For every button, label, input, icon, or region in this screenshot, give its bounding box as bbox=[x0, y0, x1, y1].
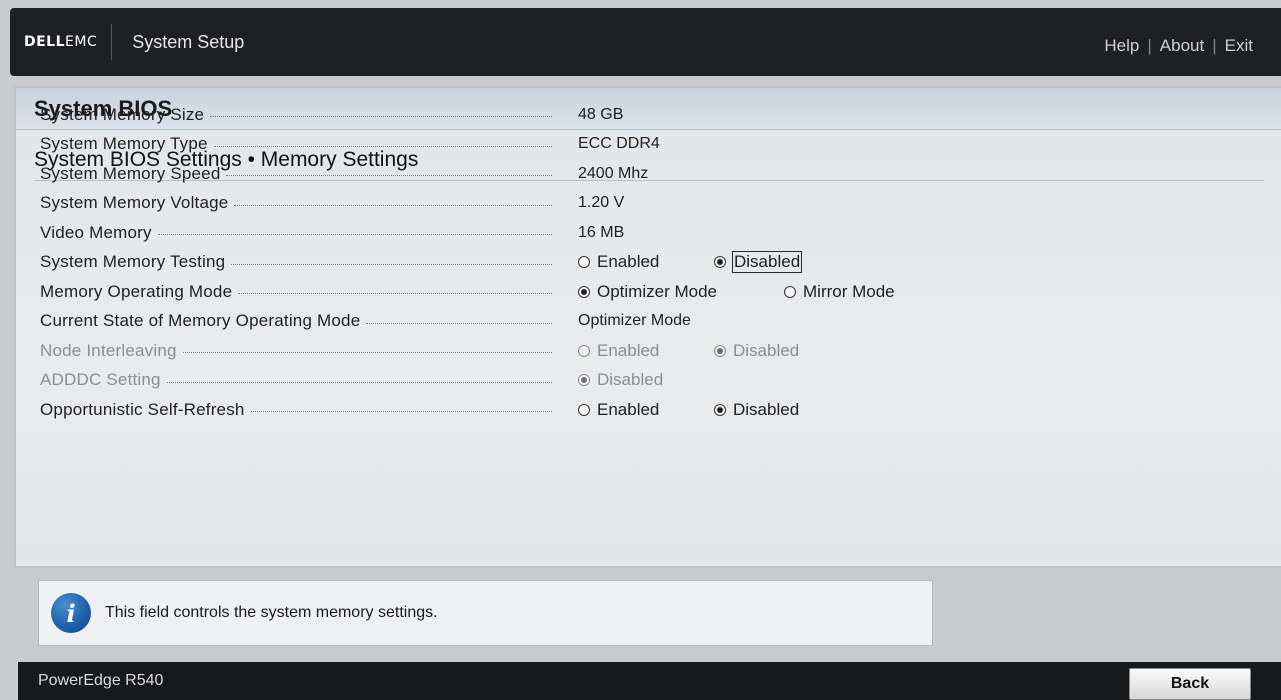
current-state-value: Optimizer Mode bbox=[578, 312, 691, 330]
setting-row-video-memory: Video Memory 16 MB bbox=[40, 218, 1260, 248]
setting-label: Memory Operating Mode bbox=[40, 281, 233, 301]
leader-dots bbox=[366, 322, 552, 324]
setting-row-adddc: ADDDC Setting Disabled bbox=[40, 366, 1260, 396]
operating-mode-options: Optimizer Mode Mirror Mode bbox=[578, 282, 895, 302]
leader-dots bbox=[238, 293, 552, 295]
self-refresh-disabled-radio[interactable]: Disabled bbox=[714, 400, 799, 420]
radio-unchecked-icon bbox=[578, 256, 590, 269]
setting-label: ADDDC Setting bbox=[40, 370, 161, 390]
link-separator: | bbox=[1147, 36, 1152, 55]
top-links: Help | About | Exit bbox=[1104, 36, 1253, 56]
leader-dots bbox=[234, 204, 552, 206]
radio-checked-icon bbox=[714, 256, 726, 269]
exit-link[interactable]: Exit bbox=[1225, 36, 1253, 56]
help-box: i This field controls the system memory … bbox=[38, 580, 933, 646]
setting-label: System Memory Type bbox=[40, 134, 208, 154]
adddc-options: Disabled bbox=[578, 370, 663, 390]
mirror-mode-radio[interactable]: Mirror Mode bbox=[784, 282, 895, 302]
setting-row-current-state: Current State of Memory Operating Mode O… bbox=[40, 307, 1260, 337]
radio-unchecked-icon bbox=[784, 285, 796, 298]
help-text: This field controls the system memory se… bbox=[105, 604, 438, 621]
radio-checked-icon bbox=[714, 344, 726, 357]
setting-row-memory-size: System Memory Size 48 GB bbox=[40, 100, 1260, 130]
setting-label: Opportunistic Self-Refresh bbox=[40, 399, 245, 419]
bottom-bar: PowerEdge R540 Back bbox=[18, 662, 1281, 700]
memory-testing-disabled-radio[interactable]: Disabled bbox=[714, 251, 803, 274]
leader-dots bbox=[213, 145, 552, 147]
adddc-disabled-radio: Disabled bbox=[578, 370, 663, 390]
setting-row-node-interleaving: Node Interleaving Enabled Disabled bbox=[40, 336, 1260, 366]
setting-label: System Memory Testing bbox=[40, 252, 226, 272]
setting-label: Node Interleaving bbox=[40, 340, 177, 360]
node-interleaving-disabled-radio: Disabled bbox=[714, 341, 799, 361]
self-refresh-options: Enabled Disabled bbox=[578, 400, 799, 420]
self-refresh-enabled-radio[interactable]: Enabled bbox=[578, 400, 714, 420]
leader-dots bbox=[210, 116, 552, 118]
top-bar: DELLEMC System Setup Help | About | Exit bbox=[10, 8, 1281, 76]
setting-row-memory-testing: System Memory Testing Enabled Disabled bbox=[40, 248, 1260, 278]
memory-type-value: ECC DDR4 bbox=[578, 135, 660, 153]
memory-voltage-value: 1.20 V bbox=[578, 194, 625, 212]
radio-checked-icon bbox=[714, 403, 726, 416]
link-separator: | bbox=[1212, 36, 1217, 55]
setting-label: Video Memory bbox=[40, 222, 152, 242]
leader-dots bbox=[226, 175, 552, 177]
help-link[interactable]: Help bbox=[1104, 36, 1139, 56]
node-interleaving-enabled-radio: Enabled bbox=[578, 341, 714, 361]
optimizer-mode-radio[interactable]: Optimizer Mode bbox=[578, 282, 784, 302]
setting-row-memory-voltage: System Memory Voltage 1.20 V bbox=[40, 189, 1260, 219]
radio-unchecked-icon bbox=[578, 344, 590, 357]
leader-dots bbox=[250, 411, 552, 413]
app-title: System Setup bbox=[132, 31, 245, 52]
dellemc-logo: DELLEMC bbox=[24, 34, 98, 50]
memory-testing-enabled-radio[interactable]: Enabled bbox=[578, 252, 714, 272]
setting-row-memory-type: System Memory Type ECC DDR4 bbox=[40, 130, 1260, 160]
leader-dots bbox=[231, 263, 552, 265]
memory-testing-options: Enabled Disabled bbox=[578, 251, 803, 274]
node-interleaving-options: Enabled Disabled bbox=[578, 341, 799, 361]
radio-checked-icon bbox=[578, 374, 590, 387]
setting-label: System Memory Speed bbox=[40, 163, 221, 183]
setting-label: System Memory Size bbox=[40, 104, 205, 124]
setting-label: Current State of Memory Operating Mode bbox=[40, 311, 361, 331]
leader-dots bbox=[166, 381, 552, 383]
setting-label: System Memory Voltage bbox=[40, 193, 229, 213]
memory-size-value: 48 GB bbox=[578, 105, 624, 123]
memory-speed-value: 2400 Mhz bbox=[578, 164, 649, 182]
setting-row-self-refresh: Opportunistic Self-Refresh Enabled Disab… bbox=[40, 395, 1260, 425]
video-memory-value: 16 MB bbox=[578, 223, 625, 241]
radio-unchecked-icon bbox=[578, 403, 590, 416]
leader-dots bbox=[157, 234, 552, 236]
setting-row-memory-speed: System Memory Speed 2400 Mhz bbox=[40, 159, 1260, 189]
setting-row-operating-mode: Memory Operating Mode Optimizer Mode Mir… bbox=[40, 277, 1260, 307]
info-icon: i bbox=[51, 593, 91, 633]
logo-divider bbox=[111, 24, 113, 60]
about-link[interactable]: About bbox=[1160, 36, 1204, 56]
radio-checked-icon bbox=[578, 285, 590, 298]
back-button[interactable]: Back bbox=[1129, 668, 1251, 700]
leader-dots bbox=[182, 352, 552, 354]
settings-list: System Memory Size 48 GB System Memory T… bbox=[40, 100, 1260, 425]
server-model: PowerEdge R540 bbox=[38, 672, 164, 689]
